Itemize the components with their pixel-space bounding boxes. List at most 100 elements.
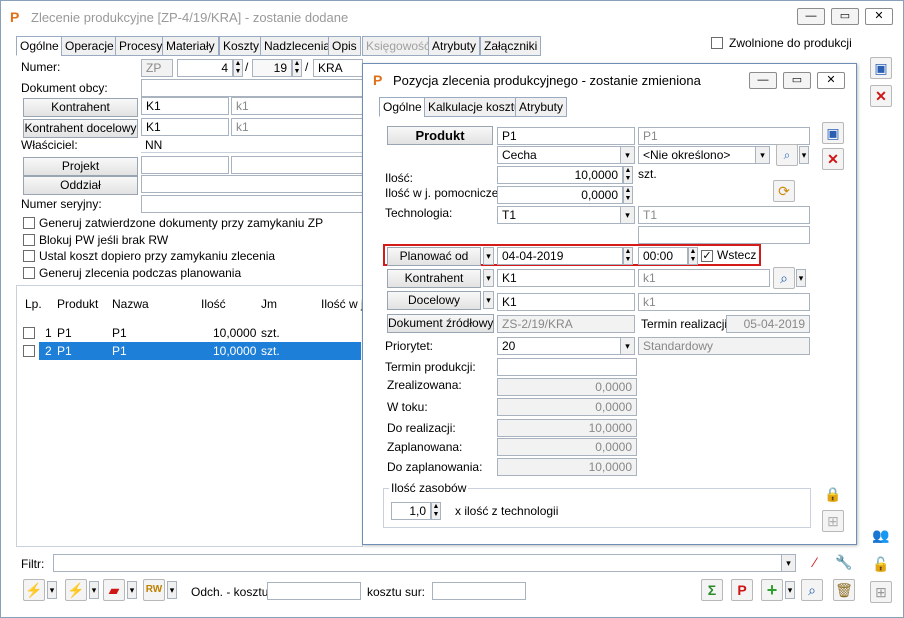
nieokreslono-dropdown[interactable]: ▾ bbox=[755, 146, 770, 164]
numer-seryjny-input[interactable] bbox=[141, 195, 363, 213]
produkt-button[interactable]: Produkt bbox=[387, 126, 493, 145]
kontrahent-button[interactable]: Kontrahent bbox=[23, 98, 138, 117]
close-button[interactable]: ✕ bbox=[865, 8, 893, 25]
tab-atrybuty[interactable]: Atrybuty bbox=[428, 36, 481, 56]
kontrahent-input[interactable]: K1 bbox=[141, 97, 229, 115]
cell-ilosc[interactable]: 10,0000 bbox=[213, 326, 256, 340]
maximize-button[interactable]: ▭ bbox=[831, 8, 859, 25]
dialog-minimize-button[interactable]: — bbox=[749, 72, 777, 89]
odch-input[interactable] bbox=[267, 582, 361, 600]
checkbox-blokuj-pw[interactable] bbox=[23, 234, 35, 246]
dialog-save-icon[interactable]: ▣ bbox=[822, 122, 844, 144]
ilosc-pom-input[interactable]: 0,0000 bbox=[497, 186, 623, 204]
users-icon[interactable]: 👥 bbox=[870, 525, 892, 547]
dialog-tab-ogolne[interactable]: Ogólne bbox=[379, 97, 426, 117]
planowac-time-spin[interactable]: ▲ ▼ bbox=[688, 247, 698, 265]
priorytet-select[interactable]: 20 bbox=[497, 337, 621, 355]
col-produkt[interactable]: Produkt bbox=[57, 297, 98, 311]
dropdown-arrow[interactable]: ▾ bbox=[167, 581, 177, 599]
search-settings-icon[interactable]: ⌕ bbox=[776, 144, 798, 166]
priorytet-dropdown[interactable]: ▾ bbox=[620, 337, 635, 355]
dropdown-arrow[interactable]: ▾ bbox=[785, 581, 795, 599]
search-icon[interactable]: ⌕ bbox=[773, 267, 795, 289]
tab-operacje[interactable]: Operacje bbox=[61, 36, 118, 56]
tab-procesy[interactable]: Procesy bbox=[115, 36, 167, 56]
cell-produkt[interactable]: P1 bbox=[57, 326, 72, 340]
cell-jm[interactable]: szt. bbox=[261, 326, 280, 340]
tab-ogolne[interactable]: Ogólne bbox=[16, 36, 63, 56]
planowac-button[interactable]: Planować od bbox=[387, 247, 481, 266]
docelowy-dropdown[interactable]: ▾ bbox=[483, 291, 494, 309]
cell-nazwa[interactable]: P1 bbox=[112, 344, 127, 358]
col-ilosc[interactable]: Ilość bbox=[201, 297, 226, 311]
tab-opis[interactable]: Opis bbox=[328, 36, 361, 56]
cell-nazwa[interactable]: P1 bbox=[112, 326, 127, 340]
numer-spin[interactable]: ▲ ▼ bbox=[233, 59, 243, 77]
checkbox-generuj-zlecenia[interactable] bbox=[23, 267, 35, 279]
dialog-lock-icon[interactable]: 🔒 bbox=[822, 484, 844, 506]
search-icon[interactable]: ⌕ bbox=[801, 579, 823, 601]
ilosc-spin[interactable]: ▲ ▼ bbox=[623, 166, 633, 184]
trash-icon[interactable]: 🗑 bbox=[833, 579, 855, 601]
nieokreslono-select[interactable]: <Nie określono> bbox=[638, 146, 756, 164]
year-spin[interactable]: ▲ ▼ bbox=[292, 59, 302, 77]
cancel-icon[interactable]: ✕ bbox=[870, 85, 892, 107]
cell-produkt[interactable]: P1 bbox=[57, 344, 72, 358]
document-red-icon[interactable]: ▰ bbox=[103, 579, 125, 601]
col-jm[interactable]: Jm bbox=[261, 297, 277, 311]
add-icon[interactable]: + bbox=[761, 579, 783, 601]
col-nazwa[interactable]: Nazwa bbox=[112, 297, 149, 311]
planowac-date-spin[interactable]: ▲ ▼ bbox=[623, 247, 633, 265]
oddzial-input[interactable] bbox=[141, 175, 363, 193]
produkt-input[interactable]: P1 bbox=[497, 127, 635, 145]
dialog-cancel-icon[interactable]: ✕ bbox=[822, 148, 844, 170]
dialog-close-button[interactable]: ✕ bbox=[817, 72, 845, 89]
filtr-input[interactable] bbox=[53, 554, 783, 572]
checkbox-generuj-zatwierdzone[interactable] bbox=[23, 217, 35, 229]
sum-icon[interactable]: Σ bbox=[701, 579, 723, 601]
tab-koszty[interactable]: Koszty bbox=[219, 36, 264, 56]
table-row-selected[interactable] bbox=[39, 342, 361, 360]
ilosc-zasobow-spin[interactable]: ▲ ▼ bbox=[431, 502, 441, 520]
kontrahent-button[interactable]: Kontrahent bbox=[387, 269, 481, 288]
docelowy-input[interactable]: K1 bbox=[497, 293, 635, 311]
kontrahent-dropdown[interactable]: ▾ bbox=[483, 269, 494, 287]
minimize-button[interactable]: — bbox=[797, 8, 825, 25]
tab-ksiegowosc[interactable]: Księgowość bbox=[362, 36, 435, 56]
lightning-orange-icon[interactable]: ⚡ bbox=[23, 579, 45, 601]
planowac-time-input[interactable]: 00:00 bbox=[638, 247, 688, 265]
tab-materialy[interactable]: Materiały bbox=[162, 36, 219, 56]
filtr-dropdown[interactable]: ▾ bbox=[781, 554, 796, 572]
dropdown-arrow[interactable]: ▾ bbox=[127, 581, 137, 599]
projekt-input[interactable] bbox=[141, 156, 229, 174]
docelowy-button[interactable]: Docelowy bbox=[387, 291, 481, 310]
tab-zalaczniki[interactable]: Załączniki bbox=[480, 36, 542, 56]
lightning-green-icon[interactable]: ⚡ bbox=[65, 579, 87, 601]
clear-filter-icon[interactable]: ⁄ bbox=[804, 552, 826, 574]
cell-ilosc[interactable]: 10,0000 bbox=[213, 344, 256, 358]
save-icon[interactable]: ▣ bbox=[870, 57, 892, 79]
dialog-pin-icon[interactable]: ⊞ bbox=[822, 510, 844, 532]
ilosc-input[interactable]: 10,0000 bbox=[497, 166, 623, 184]
numer-number-input[interactable]: 4 bbox=[177, 59, 233, 77]
technologia-dropdown[interactable]: ▾ bbox=[620, 206, 635, 224]
planowac-dropdown[interactable]: ▾ bbox=[483, 247, 494, 265]
kosztu-sur-input[interactable] bbox=[432, 582, 526, 600]
dokument-zrodlowy-button[interactable]: Dokument źródłowy bbox=[387, 314, 494, 333]
row-checkbox[interactable] bbox=[23, 327, 35, 339]
checkbox-ustal-koszt[interactable] bbox=[23, 250, 35, 262]
kontrahent-input[interactable]: K1 bbox=[497, 269, 635, 287]
col-ilosc-w-j[interactable]: Ilość w j bbox=[321, 297, 364, 311]
kontrahent-docelowy-input[interactable]: K1 bbox=[141, 118, 229, 136]
numer-series-input[interactable]: KRA bbox=[313, 59, 363, 77]
projekt-button[interactable]: Projekt bbox=[23, 157, 138, 176]
cecha-dropdown[interactable]: ▾ bbox=[620, 146, 635, 164]
dokument-obcy-input[interactable] bbox=[141, 79, 363, 97]
dropdown-arrow[interactable]: ▾ bbox=[799, 146, 809, 164]
filter-settings-icon[interactable]: 🔧 bbox=[833, 552, 855, 574]
row-checkbox[interactable] bbox=[23, 345, 35, 357]
oddzial-button[interactable]: Oddział bbox=[23, 176, 138, 195]
dropdown-arrow[interactable]: ▾ bbox=[89, 581, 99, 599]
refresh-icon[interactable]: ⟳ bbox=[773, 180, 795, 202]
ilosc-pom-spin[interactable]: ▲ ▼ bbox=[623, 186, 633, 204]
